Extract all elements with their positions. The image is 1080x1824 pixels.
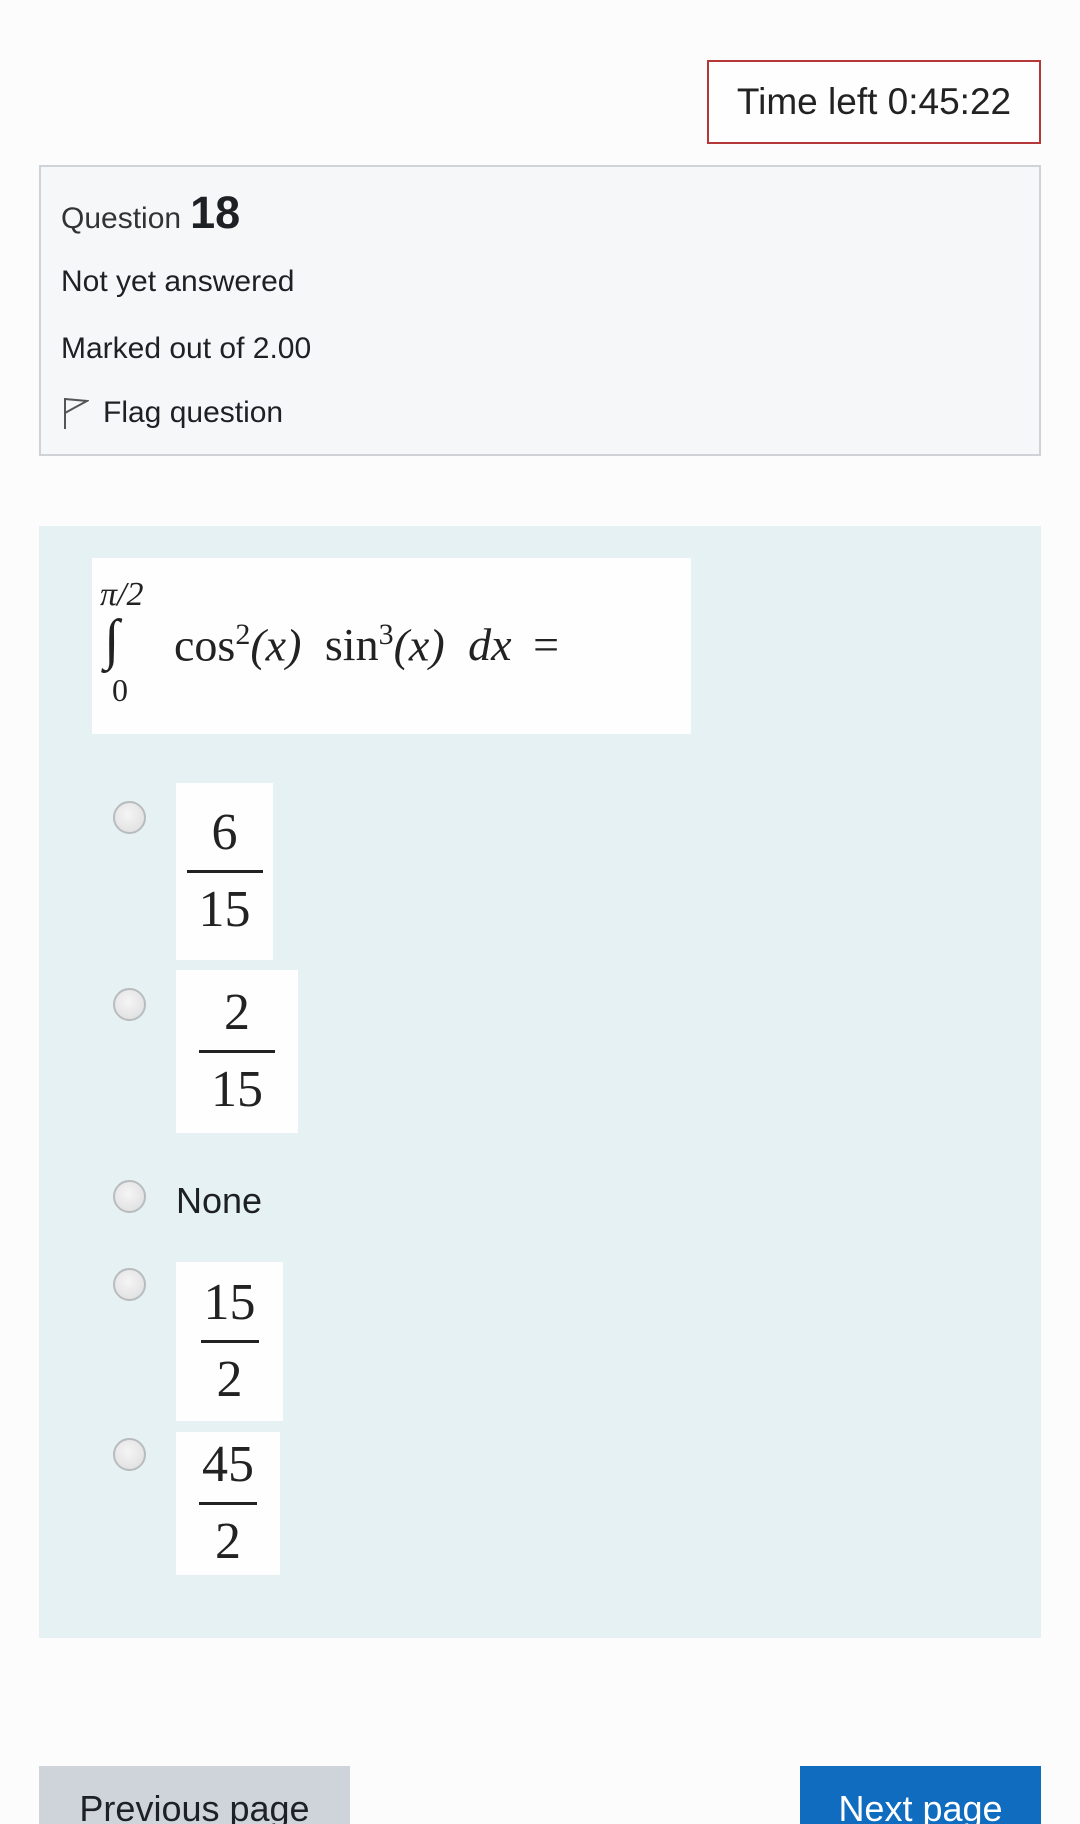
radio-button[interactable] (113, 1438, 146, 1471)
denominator: 2 (215, 1513, 241, 1570)
numerator: 15 (203, 1274, 256, 1331)
numerator: 2 (224, 984, 250, 1041)
denominator: 15 (211, 1061, 263, 1118)
option-1-fraction: 6 15 (176, 783, 273, 960)
numerator: 6 (211, 804, 238, 861)
option-2-fraction: 2 15 (176, 970, 298, 1133)
flag-question-link[interactable]: Flag question (61, 396, 1019, 430)
next-page-label: Next page (838, 1788, 1003, 1824)
radio-button[interactable] (113, 988, 146, 1021)
cos-exponent: 2 (235, 618, 251, 651)
answer-option-4[interactable] (113, 1268, 146, 1301)
question-info-panel: Question 18 Not yet answered Marked out … (39, 165, 1041, 456)
fraction-bar (199, 1502, 257, 1505)
option-3-label: None (176, 1180, 263, 1221)
question-stem-image: π/2 ∫ 0 cos2(x) sin3(x) dx = (92, 558, 691, 734)
answer-status: Not yet answered (61, 265, 295, 298)
question-number: 18 (190, 187, 241, 238)
previous-page-label: Previous page (79, 1788, 310, 1824)
fraction-bar (186, 870, 263, 873)
question-word: Question (61, 202, 182, 235)
answer-option-3[interactable] (113, 1180, 146, 1213)
cos-argument: (x) (250, 619, 302, 671)
fraction-bar (199, 1050, 275, 1053)
marks-info: Marked out of 2.00 (61, 332, 312, 365)
sin-argument: (x) (393, 619, 445, 671)
equals-sign: = (533, 619, 560, 671)
fraction-bar (200, 1340, 259, 1343)
next-page-button[interactable]: Next page (800, 1766, 1041, 1824)
radio-button[interactable] (113, 1268, 146, 1301)
numerator: 45 (202, 1436, 254, 1493)
previous-page-button[interactable]: Previous page (39, 1766, 350, 1824)
option-5-fraction: 45 2 (176, 1432, 280, 1575)
integral-lower-limit: 0 (112, 672, 128, 708)
sin-exponent: 3 (378, 618, 394, 651)
integral-sign: ∫ (104, 609, 120, 671)
time-left-timer: Time left 0:45:22 (707, 60, 1041, 144)
sin-function: sin (324, 619, 379, 671)
radio-button[interactable] (113, 801, 146, 834)
answer-option-2[interactable] (113, 988, 146, 1021)
denominator: 15 (198, 881, 251, 938)
denominator: 2 (216, 1351, 243, 1408)
question-heading: Question 18 (61, 187, 1019, 239)
flag-question-label: Flag question (103, 396, 284, 429)
question-formulation: π/2 ∫ 0 cos2(x) sin3(x) dx = 6 15 2 15 N… (39, 526, 1041, 1638)
answer-option-1[interactable] (113, 801, 146, 834)
differential: dx (468, 619, 512, 671)
time-left-label: Time left 0:45:22 (736, 81, 1012, 122)
radio-button[interactable] (113, 1180, 146, 1213)
answer-option-5[interactable] (113, 1438, 146, 1471)
flag-icon (64, 398, 89, 429)
integrand: cos2(x) sin3(x) dx = (174, 618, 559, 671)
cos-function: cos (174, 619, 236, 671)
option-4-fraction: 15 2 (176, 1262, 283, 1421)
